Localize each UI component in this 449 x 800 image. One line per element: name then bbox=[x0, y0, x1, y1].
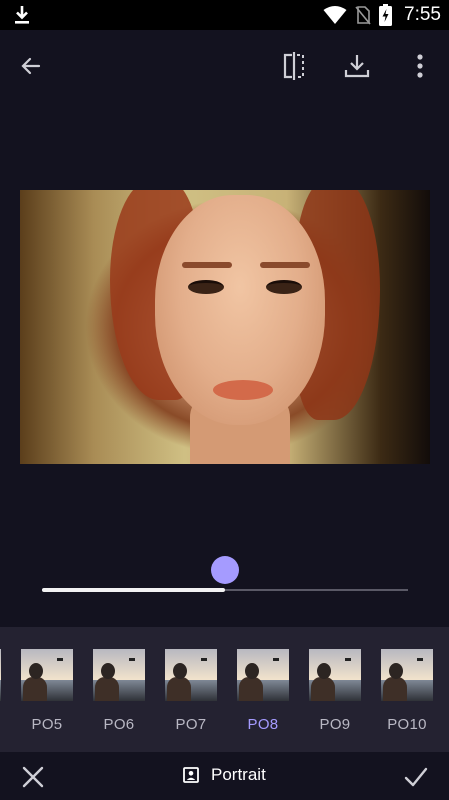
filter-thumbnail bbox=[165, 649, 217, 701]
filter-item-po7[interactable]: PO7 bbox=[165, 649, 217, 733]
filter-item-po10[interactable]: PO10 bbox=[381, 649, 433, 733]
filter-label: PO8 bbox=[247, 716, 279, 733]
slider-fill bbox=[42, 588, 225, 592]
filter-thumbnail bbox=[21, 649, 73, 701]
thumbnail-head bbox=[101, 663, 115, 679]
close-icon[interactable] bbox=[20, 764, 46, 790]
filter-item-po6[interactable]: PO6 bbox=[93, 649, 145, 733]
filter-strip: PO4 PO5 PO6 PO7 PO8 PO9 PO10 bbox=[0, 627, 449, 752]
thumbnail-body bbox=[95, 677, 119, 701]
filter-thumbnail bbox=[381, 649, 433, 701]
filter-item-po9[interactable]: PO9 bbox=[309, 649, 361, 733]
photo-lips bbox=[213, 380, 273, 400]
filter-thumbnail bbox=[0, 649, 1, 701]
filter-thumbnail bbox=[237, 649, 289, 701]
bottom-bar: Portrait bbox=[0, 752, 449, 800]
thumbnail-sky bbox=[237, 649, 289, 681]
thumbnail-sky bbox=[0, 649, 1, 681]
download-icon bbox=[15, 6, 29, 24]
top-toolbar bbox=[0, 30, 449, 102]
filter-label: PO9 bbox=[319, 716, 351, 733]
thumbnail-sea bbox=[0, 680, 1, 701]
thumbnail-body bbox=[383, 677, 407, 701]
more-vert-icon bbox=[417, 54, 423, 78]
thumbnail-body bbox=[23, 677, 47, 701]
compare-icon bbox=[283, 52, 304, 80]
thumbnail-body bbox=[239, 677, 263, 701]
no-sim-icon bbox=[355, 6, 371, 25]
thumbnail-head bbox=[173, 663, 187, 679]
intensity-slider[interactable] bbox=[42, 554, 408, 594]
status-time: 7:55 bbox=[404, 4, 441, 25]
photo-brow-left bbox=[182, 262, 232, 268]
thumbnail-bird bbox=[57, 658, 63, 661]
filter-label: PO7 bbox=[175, 716, 207, 733]
photo-brow-right bbox=[260, 262, 310, 268]
wifi-icon bbox=[323, 6, 347, 24]
thumbnail-sky bbox=[165, 649, 217, 681]
more-options-button[interactable] bbox=[402, 48, 438, 84]
thumbnail-bird bbox=[201, 658, 207, 661]
thumbnail-bird bbox=[417, 658, 423, 661]
filter-item-po4[interactable]: PO4 bbox=[0, 649, 1, 733]
thumbnail-body bbox=[311, 677, 335, 701]
filter-label: PO4 bbox=[0, 716, 1, 733]
filter-item-po5[interactable]: PO5 bbox=[21, 649, 73, 733]
thumbnail-sky bbox=[309, 649, 361, 681]
thumbnail-body bbox=[167, 677, 191, 701]
status-bar: 7:55 bbox=[0, 0, 449, 30]
thumbnail-head bbox=[317, 663, 331, 679]
save-button[interactable] bbox=[339, 48, 375, 84]
photo-preview bbox=[20, 190, 430, 464]
filter-label: PO5 bbox=[31, 716, 63, 733]
thumbnail-head bbox=[29, 663, 43, 679]
filter-label: PO6 bbox=[103, 716, 135, 733]
thumbnail-bird bbox=[345, 658, 351, 661]
portrait-icon bbox=[183, 767, 199, 783]
check-icon[interactable] bbox=[403, 764, 429, 790]
thumbnail-bird bbox=[129, 658, 135, 661]
filter-thumbnail bbox=[93, 649, 145, 701]
thumbnail-sky bbox=[21, 649, 73, 681]
filter-thumbnail bbox=[309, 649, 361, 701]
thumbnail-sky bbox=[381, 649, 433, 681]
mode-text: Portrait bbox=[211, 765, 266, 784]
slider-thumb[interactable] bbox=[211, 556, 239, 584]
portrait-mode-label: Portrait bbox=[183, 765, 266, 785]
thumbnail-sky bbox=[93, 649, 145, 681]
filter-label: PO10 bbox=[387, 716, 427, 733]
back-button[interactable] bbox=[13, 48, 49, 84]
back-arrow-icon bbox=[21, 57, 41, 75]
save-download-icon bbox=[344, 55, 370, 78]
battery-charging-icon bbox=[379, 4, 393, 26]
status-icons: 7:55 bbox=[323, 0, 441, 30]
filter-list: PO4 PO5 PO6 PO7 PO8 PO9 PO10 bbox=[0, 649, 433, 733]
filter-item-po8[interactable]: PO8 bbox=[237, 649, 289, 733]
photo-eye-left bbox=[188, 280, 224, 294]
thumbnail-head bbox=[389, 663, 403, 679]
thumbnail-bird bbox=[273, 658, 279, 661]
photo-eye-right bbox=[266, 280, 302, 294]
compare-button[interactable] bbox=[276, 48, 312, 84]
thumbnail-head bbox=[245, 663, 259, 679]
